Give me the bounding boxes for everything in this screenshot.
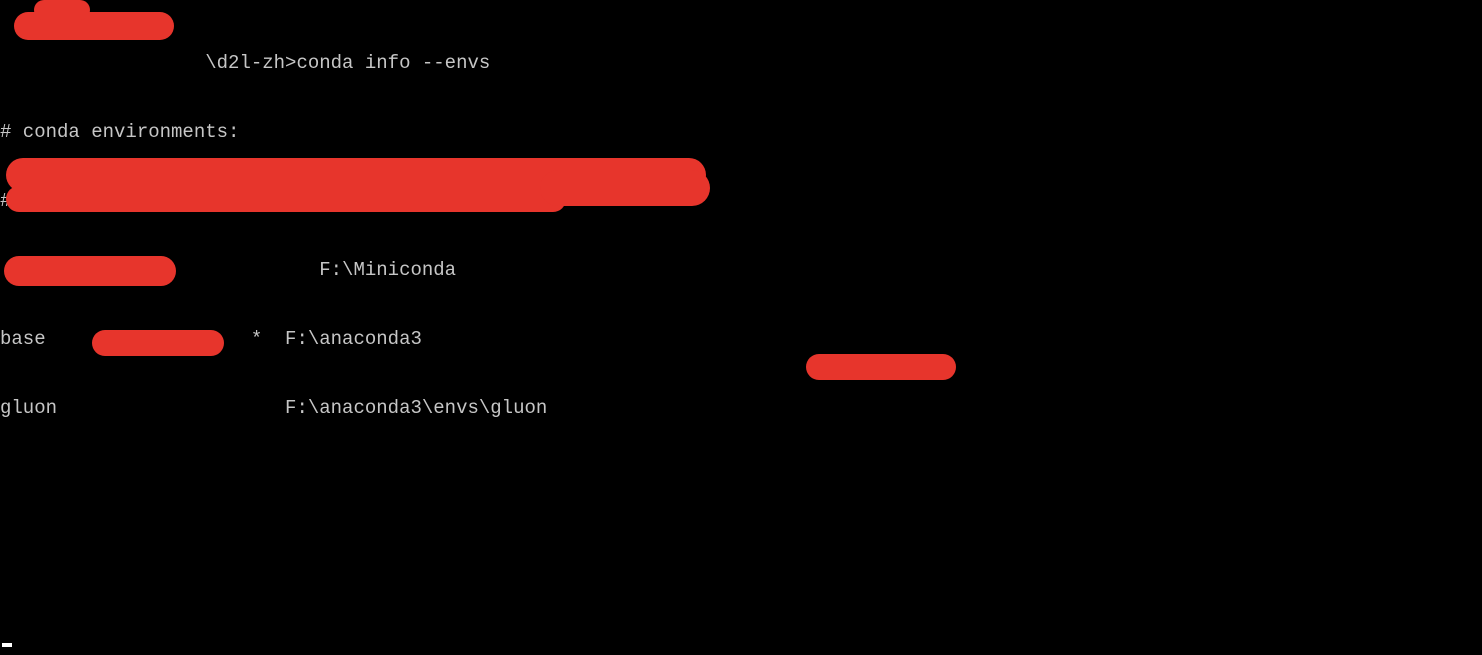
output-line: # conda environments: bbox=[0, 121, 1482, 144]
output-line bbox=[0, 466, 1482, 489]
output-line: F:\Miniconda bbox=[0, 259, 1482, 282]
output-line: # bbox=[0, 190, 1482, 213]
output-line bbox=[0, 604, 1482, 627]
output-line: gluon F:\anaconda3\envs\gluon bbox=[0, 397, 1482, 420]
terminal-output[interactable]: \d2l-zh>conda info --envs # conda enviro… bbox=[0, 0, 1482, 655]
prompt-line-conda-info: \d2l-zh>conda info --envs bbox=[0, 52, 1482, 75]
output-line: base * F:\anaconda3 bbox=[0, 328, 1482, 351]
output-line bbox=[0, 535, 1482, 558]
terminal-cursor bbox=[2, 643, 12, 647]
